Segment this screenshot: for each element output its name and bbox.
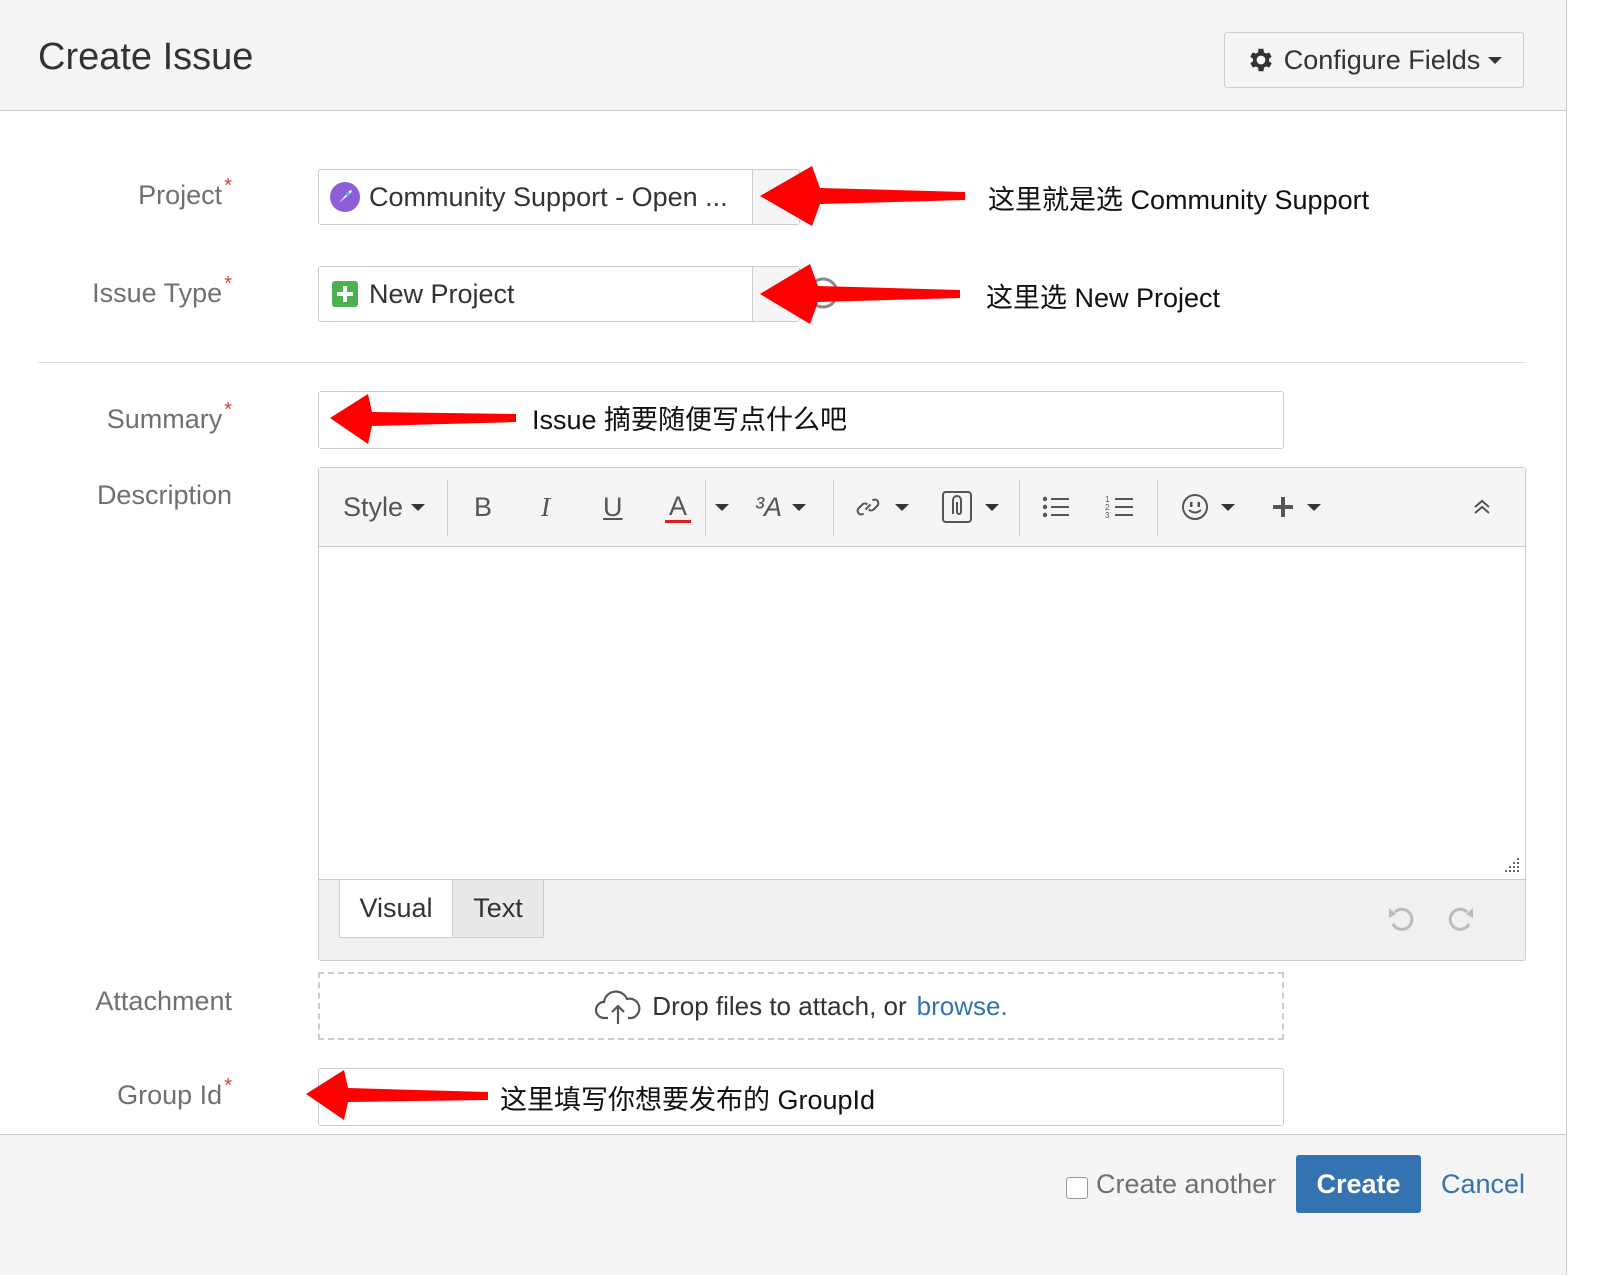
annotation-arrow (306, 1070, 488, 1120)
section-divider (38, 362, 1526, 363)
link-icon (856, 498, 880, 516)
chevron-down-icon (1221, 503, 1235, 511)
numbered-list-icon: 123 (1105, 495, 1133, 520)
style-dropdown[interactable]: Style (343, 486, 426, 528)
attachment-icon (942, 491, 972, 523)
redo-icon[interactable] (1443, 902, 1477, 936)
insert-more-dropdown[interactable] (1271, 486, 1321, 528)
description-textarea[interactable] (319, 547, 1525, 879)
dialog-title: Create Issue (38, 36, 254, 78)
chevron-down-icon (792, 503, 806, 511)
issue-type-value: New Project (369, 278, 515, 309)
tab-text[interactable]: Text (452, 880, 544, 938)
new-project-icon (332, 281, 358, 307)
chevron-down-icon (715, 503, 729, 511)
description-editor: Style B I U A ³A 1 2 3 Visual Text (318, 467, 1526, 961)
resize-handle-icon[interactable] (1501, 856, 1521, 876)
browse-link[interactable]: browse. (917, 991, 1008, 1022)
annotation-arrow (330, 394, 516, 444)
gear-icon (1249, 48, 1272, 72)
svg-text:3: 3 (1105, 511, 1110, 520)
numbered-list-button[interactable]: 123 (1105, 486, 1135, 528)
text-color-swatch (665, 520, 691, 523)
attachment-label: Attachment (95, 986, 232, 1016)
chevron-down-icon (1488, 56, 1503, 64)
toolbar-separator (705, 480, 706, 536)
bold-icon: B (474, 491, 493, 522)
attachment-dropdown[interactable] (941, 486, 999, 528)
link-dropdown[interactable] (853, 486, 909, 528)
collapse-toolbar-button[interactable] (1471, 486, 1493, 528)
editor-toolbar: Style B I U A ³A 1 2 3 (319, 468, 1525, 547)
required-mark: * (224, 399, 232, 421)
page-scrollbar-area (1567, 0, 1622, 1276)
toolbar-separator (833, 480, 834, 536)
group-id-label: Group Id * (117, 1075, 232, 1110)
tab-visual[interactable]: Visual (339, 880, 453, 938)
create-another-checkbox[interactable] (1066, 1177, 1088, 1199)
cloud-upload-icon (595, 990, 641, 1024)
toolbar-separator (1157, 480, 1158, 536)
text-color-button[interactable]: A (665, 486, 691, 528)
attachment-dropzone[interactable]: Drop files to attach, or browse. (318, 972, 1284, 1040)
tab-visual-label: Visual (359, 893, 433, 923)
chevron-down-icon (985, 503, 999, 511)
summary-annotation: Issue 摘要随便写点什么吧 (532, 405, 848, 435)
bullet-list-icon (1042, 496, 1069, 518)
annotation-arrow (760, 264, 960, 324)
description-label: Description (96, 480, 232, 510)
configure-fields-label: Configure Fields (1283, 44, 1481, 75)
plus-icon (1273, 497, 1293, 517)
project-value: Community Support - Open ... (369, 181, 728, 212)
required-mark: * (224, 175, 232, 197)
create-button[interactable]: Create (1296, 1155, 1421, 1213)
toolbar-separator (1019, 480, 1020, 536)
issue-type-select[interactable]: New Project (318, 266, 800, 322)
smiley-icon (1182, 494, 1208, 520)
dialog-footer: Create another Create Cancel (0, 1134, 1566, 1275)
more-formatting-icon: ³A (755, 491, 782, 522)
text-color-dropdown[interactable] (715, 486, 729, 528)
project-label: Project * (138, 175, 232, 210)
dialog-header: Create Issue Configure Fields (0, 0, 1566, 111)
project-select[interactable]: Community Support - Open ... (318, 169, 800, 225)
issue-type-label: Issue Type * (92, 273, 232, 308)
text-color-icon: A (668, 491, 687, 521)
italic-icon: I (541, 491, 550, 522)
chevron-down-icon (895, 503, 909, 511)
italic-button[interactable]: I (541, 486, 550, 528)
attachment-drop-text: Drop files to attach, or (652, 990, 907, 1021)
group-id-annotation: 这里填写你想要发布的 GroupId (500, 1085, 876, 1115)
summary-label: Summary * (106, 399, 232, 434)
create-another-label: Create another (1096, 1169, 1277, 1199)
editor-footer: Visual Text (319, 879, 1525, 960)
project-annotation: 这里就是选 Community Support (988, 185, 1370, 215)
annotation-arrow (760, 166, 965, 226)
double-chevron-up-icon (1474, 499, 1490, 514)
chevron-down-icon (411, 503, 426, 511)
emoticon-dropdown[interactable] (1181, 486, 1235, 528)
issue-type-annotation: 这里选 New Project (986, 283, 1221, 313)
style-label: Style (343, 491, 404, 522)
more-formatting-dropdown[interactable]: ³A (755, 486, 806, 528)
required-mark: * (224, 273, 232, 295)
underline-icon: U (603, 491, 623, 522)
underline-button[interactable]: U (603, 486, 623, 528)
toolbar-separator (447, 480, 448, 536)
undo-icon[interactable] (1385, 902, 1419, 936)
chevron-down-icon (1307, 503, 1321, 511)
cancel-link[interactable]: Cancel (1441, 1169, 1525, 1200)
bullet-list-button[interactable] (1041, 486, 1071, 528)
required-mark: * (224, 1075, 232, 1097)
bold-button[interactable]: B (474, 486, 492, 528)
project-avatar-icon (330, 182, 360, 212)
configure-fields-button[interactable]: Configure Fields (1224, 32, 1524, 88)
tab-text-label: Text (473, 893, 523, 923)
